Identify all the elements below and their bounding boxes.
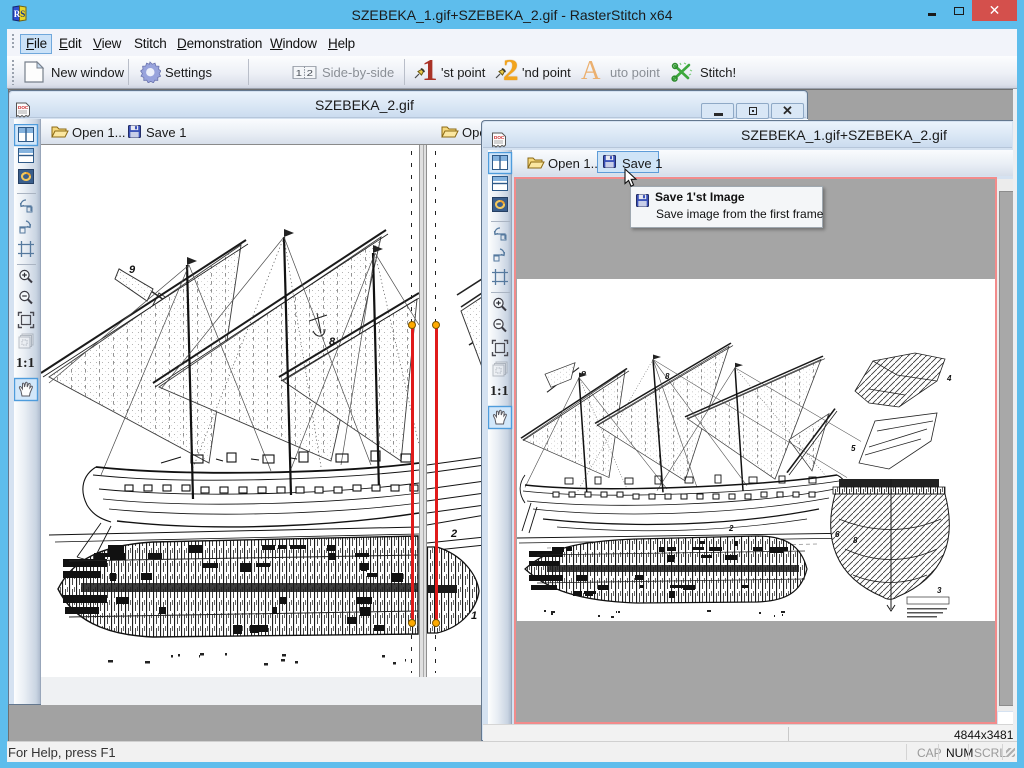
svg-text:3: 3 [937,586,942,595]
svg-text:2: 2 [728,524,734,533]
svg-text:2: 2 [450,528,457,540]
svg-text:4: 4 [946,374,952,383]
svg-text:8: 8 [853,536,858,545]
svg-text:8: 8 [665,372,670,381]
svg-text:1: 1 [471,610,477,622]
svg-text:9: 9 [129,264,136,276]
svg-text:S: S [20,9,25,19]
svg-text:6: 6 [835,530,840,539]
svg-text:8: 8 [329,336,336,348]
svg-text:5: 5 [851,444,856,453]
